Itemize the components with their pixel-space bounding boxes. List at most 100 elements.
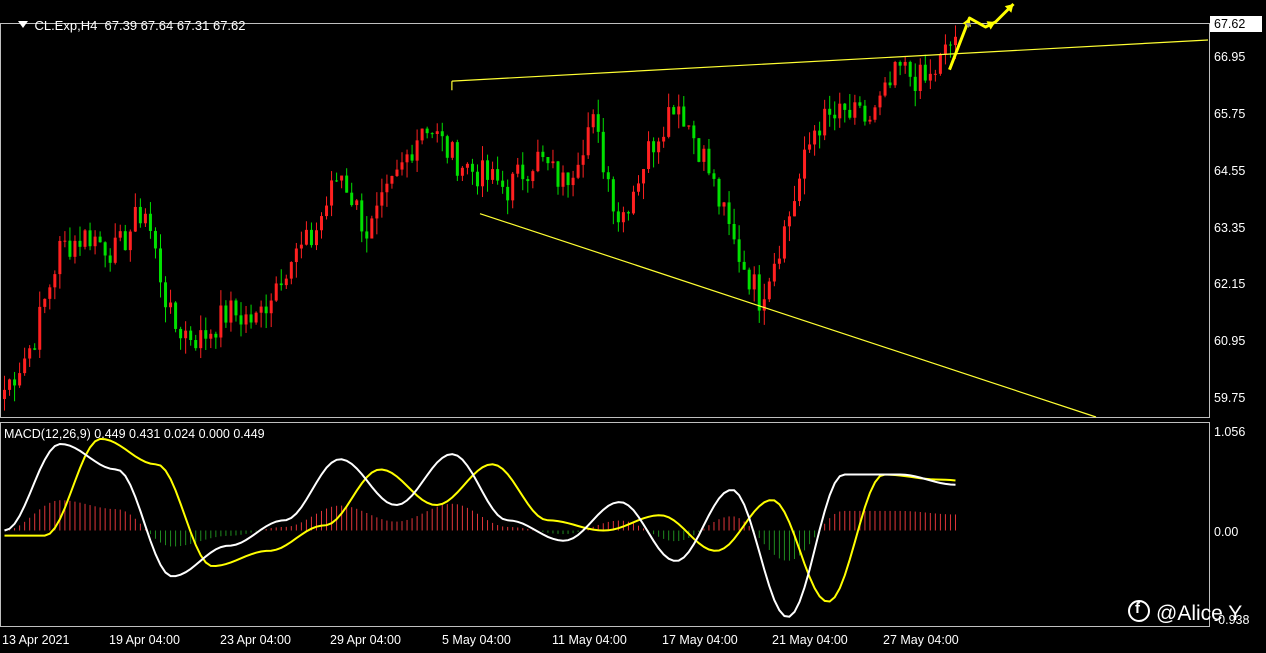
candle-body	[732, 224, 736, 240]
candle-body	[531, 171, 535, 182]
candle-body	[360, 200, 364, 232]
candle-body	[375, 205, 379, 219]
candle-body	[813, 130, 817, 145]
candle-body	[13, 379, 17, 386]
candle-body	[908, 61, 912, 77]
candle-body	[611, 179, 615, 212]
candle-body	[28, 348, 32, 359]
candle-body	[481, 160, 485, 187]
candle-body	[83, 230, 87, 247]
candle-body	[169, 302, 173, 308]
candle-body	[320, 216, 324, 231]
candle-body	[792, 201, 796, 217]
candle-body	[385, 183, 389, 193]
candle-body	[616, 211, 620, 223]
candle-body	[53, 274, 57, 288]
candle-body	[143, 213, 147, 224]
candle-body	[642, 168, 646, 184]
candle-body	[18, 373, 22, 386]
candle-body	[667, 107, 671, 137]
candle-body	[425, 128, 429, 134]
candle-body	[133, 206, 137, 232]
candle-body	[460, 167, 464, 176]
candle-body	[923, 64, 927, 81]
chart-canvas[interactable]	[0, 0, 1266, 653]
candle-body	[33, 348, 37, 350]
candle-body	[803, 149, 807, 179]
time-axis-label: 21 May 04:00	[772, 633, 848, 647]
candle-body	[118, 231, 122, 238]
candle-body	[858, 102, 862, 106]
time-axis-label: 5 May 04:00	[442, 633, 511, 647]
author-watermark: @Alice Y	[1128, 600, 1242, 626]
candle-body	[702, 148, 706, 162]
candle-body	[465, 163, 469, 168]
candle-body	[948, 44, 952, 46]
candle-body	[234, 300, 238, 316]
watermark-text: @Alice Y	[1156, 602, 1243, 625]
candle-body	[581, 155, 585, 165]
candle-body	[541, 151, 545, 158]
candle-body	[450, 142, 454, 158]
candle-body	[561, 172, 565, 187]
candle-body	[556, 161, 560, 187]
candle-body	[435, 131, 439, 135]
candle-body	[823, 108, 827, 136]
candle-body	[164, 282, 168, 308]
price-axis-label: 62.15	[1214, 277, 1246, 291]
time-axis-label: 13 Apr 2021	[2, 633, 70, 647]
candle-body	[496, 169, 500, 181]
candle-body	[224, 305, 228, 323]
candle-body	[8, 379, 12, 390]
candle-body	[506, 186, 510, 201]
candle-body	[330, 180, 334, 206]
candle-body	[158, 248, 162, 283]
candle-body	[128, 231, 132, 251]
candle-body	[782, 226, 786, 259]
candle-body	[511, 173, 515, 201]
candle-body	[199, 330, 203, 349]
candle-body	[179, 328, 183, 339]
candle-body	[672, 107, 676, 115]
candle-body	[48, 287, 52, 299]
candle-body	[838, 103, 842, 119]
candle-body	[662, 136, 666, 142]
candle-body	[571, 177, 575, 186]
candle-body	[249, 314, 253, 323]
chart-window[interactable]: CL.Exp,H4 67.39 67.64 67.31 67.62 67.62 …	[0, 0, 1266, 653]
candle-body	[898, 62, 902, 66]
candle-body	[586, 127, 590, 156]
candle-body	[893, 62, 897, 86]
candle-body	[78, 240, 82, 247]
candle-body	[707, 148, 711, 174]
candle-body	[576, 164, 580, 178]
candle-body	[943, 44, 947, 54]
time-axis-label: 29 Apr 04:00	[330, 633, 401, 647]
candle-body	[204, 330, 208, 339]
candle-body	[365, 231, 369, 239]
candle-body	[722, 202, 726, 207]
candle-body	[269, 300, 273, 314]
candle-body	[294, 248, 298, 263]
candle-body	[536, 151, 540, 172]
candle-body	[239, 315, 243, 325]
candle-body	[918, 64, 922, 91]
candle-body	[767, 281, 771, 300]
candle-body	[430, 133, 434, 135]
dropdown-triangle-icon[interactable]	[18, 21, 29, 28]
candle-body	[219, 305, 223, 338]
candle-body	[712, 173, 716, 179]
candle-body	[244, 314, 248, 325]
candle-body	[68, 240, 72, 257]
symbol-header: CL.Exp,H4 67.39 67.64 67.31 67.62	[4, 3, 246, 48]
price-axis-label: 66.95	[1214, 50, 1246, 64]
candle-body	[772, 263, 776, 282]
candle-body	[229, 300, 233, 323]
candle-body	[853, 102, 857, 118]
candle-body	[621, 212, 625, 223]
candle-body	[928, 73, 932, 81]
candle-body	[697, 138, 701, 162]
candle-body	[521, 164, 525, 180]
candle-body	[345, 175, 349, 193]
candle-body	[903, 61, 907, 66]
